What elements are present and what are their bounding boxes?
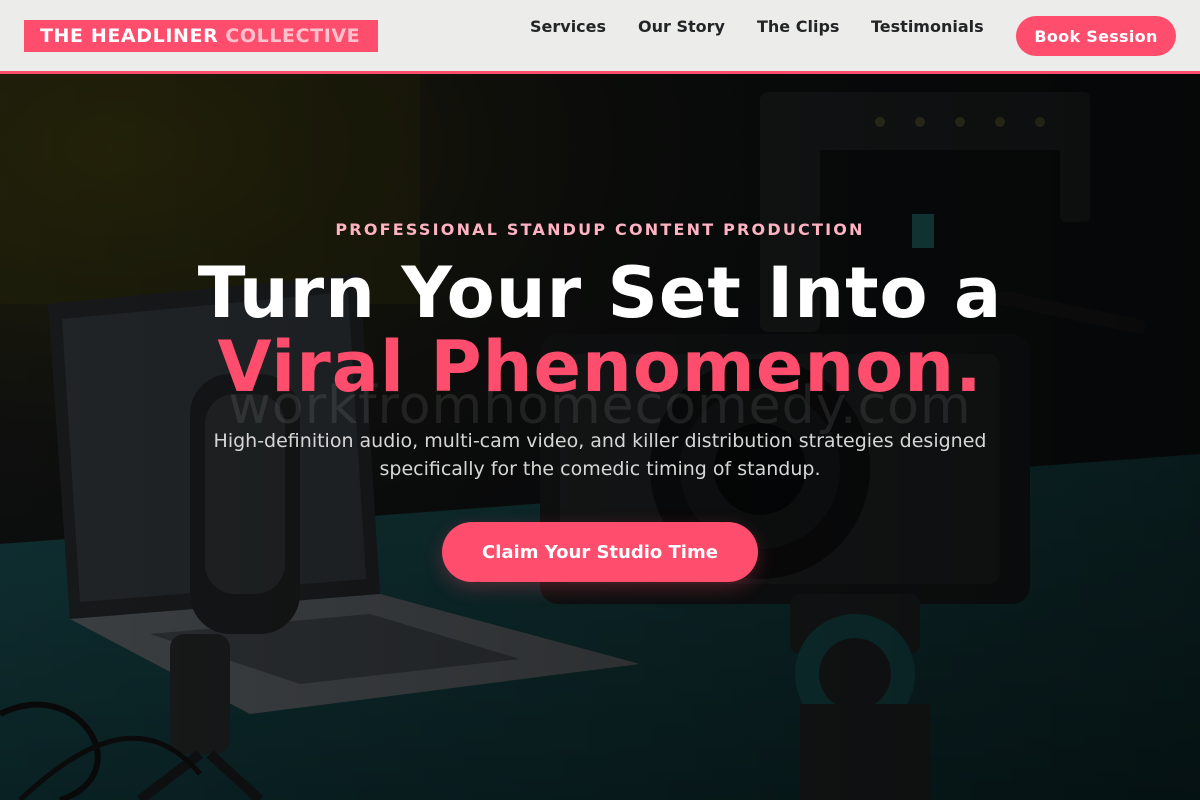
hero-headline-line2: Viral Phenomenon.: [217, 326, 983, 408]
nav-link-services[interactable]: Services: [530, 17, 606, 36]
book-session-button[interactable]: Book Session: [1016, 16, 1176, 56]
brand-logo[interactable]: THE HEADLINER COLLECTIVE: [24, 20, 378, 52]
hero-eyebrow: PROFESSIONAL STANDUP CONTENT PRODUCTION: [335, 220, 865, 239]
hero-headline-line1: Turn Your Set Into a: [197, 252, 1003, 334]
brand-logo-secondary: COLLECTIVE: [225, 25, 361, 47]
brand-logo-primary: THE HEADLINER: [40, 25, 219, 47]
site-header: THE HEADLINER COLLECTIVE Services Our St…: [0, 0, 1200, 74]
hero-headline: Turn Your Set Into a Viral Phenomenon.: [0, 256, 1200, 404]
hero-section: PROFESSIONAL STANDUP CONTENT PRODUCTION …: [0, 74, 1200, 800]
nav-link-testimonials[interactable]: Testimonials: [871, 17, 984, 36]
claim-studio-time-button[interactable]: Claim Your Studio Time: [442, 522, 758, 582]
hero-subheadline: High-definition audio, multi-cam video, …: [213, 430, 987, 480]
nav-link-the-clips[interactable]: The Clips: [757, 17, 839, 36]
nav-link-our-story[interactable]: Our Story: [638, 17, 725, 36]
